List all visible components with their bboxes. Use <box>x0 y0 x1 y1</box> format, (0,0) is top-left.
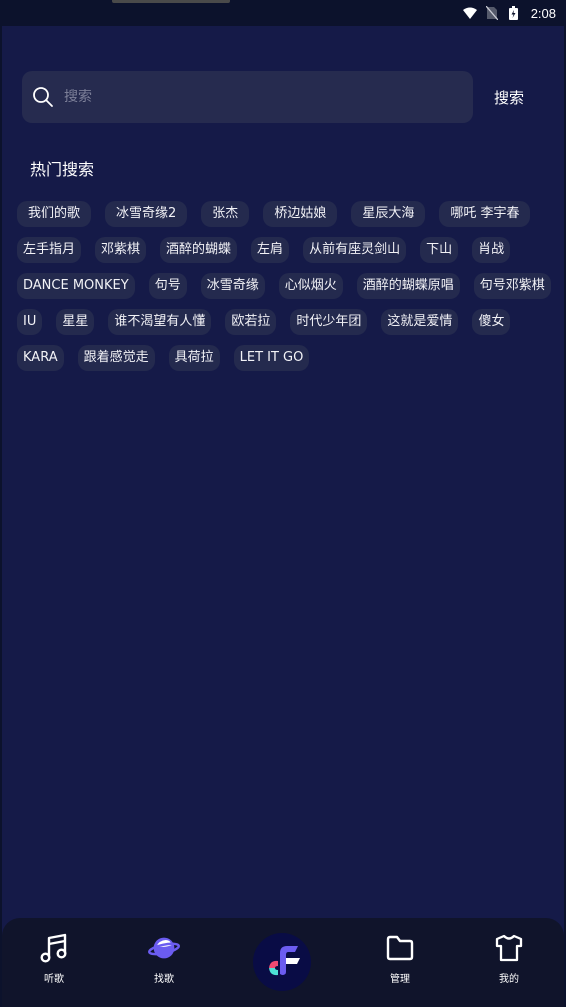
folder-icon <box>384 932 416 964</box>
search-box[interactable] <box>22 71 473 123</box>
tshirt-icon <box>493 932 525 964</box>
tab-mine[interactable]: 我的 <box>479 932 539 985</box>
hot-search-tag[interactable]: 从前有座灵剑山 <box>303 237 407 263</box>
hot-search-tag[interactable]: 这就是爱情 <box>381 309 459 335</box>
hot-search-tag[interactable]: 我们的歌 <box>17 201 92 227</box>
hot-search-tag[interactable]: 桥边姑娘 <box>263 201 338 227</box>
tab-find[interactable]: 找歌 <box>134 932 194 985</box>
wifi-icon <box>462 6 477 20</box>
hot-search-tag[interactable]: 星星 <box>56 309 95 335</box>
tab-label: 找歌 <box>154 974 174 985</box>
screen-edge <box>0 26 2 1007</box>
no-sim-icon <box>485 6 499 20</box>
hot-search-tag[interactable]: 左手指月 <box>17 237 82 263</box>
hot-search-tag[interactable]: 心似烟火 <box>278 273 343 299</box>
hot-search-tag[interactable]: 跟着感觉走 <box>77 345 155 371</box>
search-button[interactable]: 搜索 <box>494 87 524 108</box>
hot-search-tags: 我们的歌 冰雪奇缘2 张杰 桥边姑娘 星辰大海 哪吒 李宇春 左手指月 邓紫棋 … <box>17 201 551 371</box>
notch-indicator <box>112 0 230 3</box>
search-row: 搜索 <box>22 71 542 123</box>
hot-search-tag[interactable]: 时代少年团 <box>290 309 368 335</box>
hot-search-tag[interactable]: 欧若拉 <box>225 309 277 335</box>
hot-search-tag[interactable]: DANCE MONKEY <box>17 273 135 299</box>
tab-manage[interactable]: 管理 <box>370 932 430 985</box>
hot-search-tag[interactable]: 肖战 <box>472 237 511 263</box>
hot-search-tag[interactable]: 傻女 <box>472 309 511 335</box>
bottom-tab-bar: 听歌 找歌 管理 我的 <box>2 918 564 1007</box>
hot-search-tag[interactable]: 张杰 <box>201 201 250 227</box>
hot-search-tag[interactable]: 句号 <box>148 273 187 299</box>
hot-search-tag[interactable]: 邓紫棋 <box>95 237 147 263</box>
tab-listen[interactable]: 听歌 <box>24 932 84 985</box>
hot-search-tag[interactable]: 酒醉的蝴蝶原唱 <box>356 273 460 299</box>
hot-search-tag[interactable]: 冰雪奇缘2 <box>105 201 188 227</box>
search-input[interactable] <box>64 89 473 105</box>
hot-search-tag[interactable]: LET IT GO <box>233 345 310 371</box>
hot-search-tag[interactable]: 酒醉的蝴蝶 <box>160 237 238 263</box>
hot-search-tag[interactable]: 冰雪奇缘 <box>200 273 265 299</box>
hot-search-tag[interactable]: 具荷拉 <box>168 345 220 371</box>
tab-label: 管理 <box>390 974 410 985</box>
hot-search-tag[interactable]: IU <box>17 309 43 335</box>
app-logo-button[interactable] <box>253 933 311 991</box>
hot-search-tag[interactable]: KARA <box>17 345 64 371</box>
status-bar: 2:08 <box>0 0 566 26</box>
hot-search-title: 热门搜索 <box>30 160 95 179</box>
battery-charging-icon <box>507 6 521 20</box>
search-icon <box>32 86 54 108</box>
music-note-icon <box>38 932 70 964</box>
tab-label: 我的 <box>499 974 519 985</box>
hot-search-tag[interactable]: 谁不渴望有人懂 <box>108 309 212 335</box>
app-logo-icon <box>260 938 304 986</box>
clock: 2:08 <box>530 5 556 21</box>
hot-search-tag[interactable]: 星辰大海 <box>351 201 426 227</box>
hot-search-tag[interactable]: 句号邓紫棋 <box>473 273 551 299</box>
hot-search-tag[interactable]: 哪吒 李宇春 <box>439 201 531 227</box>
tab-label: 听歌 <box>44 974 64 985</box>
hot-search-tag[interactable]: 左肩 <box>251 237 290 263</box>
hot-search-tag[interactable]: 下山 <box>420 237 459 263</box>
planet-icon <box>148 932 180 964</box>
